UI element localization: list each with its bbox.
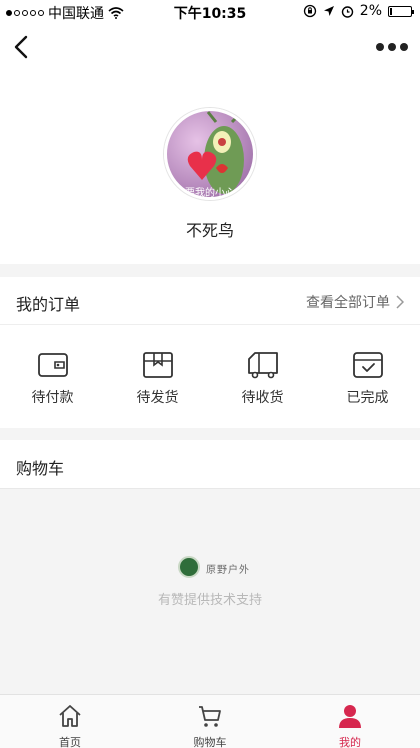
order-pending-shipment[interactable]: 待发货 [105, 325, 210, 428]
avatar-caption: 要我的小心心 [185, 188, 245, 199]
order-pending-payment-label: 待付款 [31, 390, 74, 406]
username: 不死鸟 [185, 221, 234, 240]
tab-home[interactable]: 首页 [0, 695, 140, 748]
order-pending-receipt-label: 待收货 [241, 390, 284, 406]
order-pending-receipt[interactable]: 待收货 [210, 325, 315, 428]
battery-icon [388, 5, 414, 17]
alarm-icon [341, 5, 353, 18]
order-status-row: 待付款 待发货 待收货 已完成 [0, 325, 420, 428]
view-all-orders-label: 查看全部订单 [306, 295, 390, 311]
tab-me-label: 我的 [339, 736, 361, 748]
order-pending-shipment-label: 待发货 [136, 390, 179, 406]
battery-percent: 2% [359, 3, 382, 19]
back-arrow-icon[interactable] [10, 32, 34, 62]
order-pending-payment[interactable]: 待付款 [0, 325, 105, 428]
cart-section[interactable]: 购物车 [0, 440, 420, 489]
tab-me[interactable]: 我的 [280, 695, 420, 748]
calendar-check-icon [352, 352, 383, 378]
powered-by-text: 有赞提供技术支持 [157, 593, 262, 608]
truck-icon [247, 352, 278, 379]
avatar[interactable]: 要我的小心心 [164, 108, 256, 200]
wallet-icon [37, 353, 68, 377]
cart-icon [199, 706, 221, 727]
brand-logo-icon [178, 556, 200, 578]
tab-cart[interactable]: 购物车 [140, 695, 280, 748]
location-icon [323, 6, 334, 16]
brand-logo-text: 原野户外 [206, 565, 250, 576]
home-icon [59, 705, 81, 727]
profile-card: 要我的小心心 不死鸟 [0, 70, 420, 264]
package-icon [142, 352, 173, 378]
view-all-orders-link[interactable]: 查看全部订单 [306, 292, 404, 312]
status-bar: 中国联通 下午10:35 2% [0, 0, 420, 24]
tab-bar: 首页 购物车 我的 [0, 694, 420, 748]
orientation-lock-icon [303, 4, 316, 18]
more-dots-icon[interactable] [376, 38, 408, 56]
orders-title: 我的订单 [16, 295, 81, 314]
order-completed[interactable]: 已完成 [315, 325, 420, 428]
status-right: 2% [303, 3, 414, 19]
cart-title: 购物车 [16, 459, 65, 478]
tab-home-label: 首页 [59, 736, 81, 748]
tab-cart-label: 购物车 [193, 736, 227, 748]
orders-header: 我的订单 查看全部订单 [0, 277, 420, 325]
user-icon [339, 705, 361, 728]
orders-section: 我的订单 查看全部订单 待付款 待发货 待收货 已完成 [0, 277, 420, 428]
nav-bar [0, 24, 420, 70]
order-completed-label: 已完成 [346, 390, 389, 406]
chevron-right-icon [396, 295, 404, 309]
